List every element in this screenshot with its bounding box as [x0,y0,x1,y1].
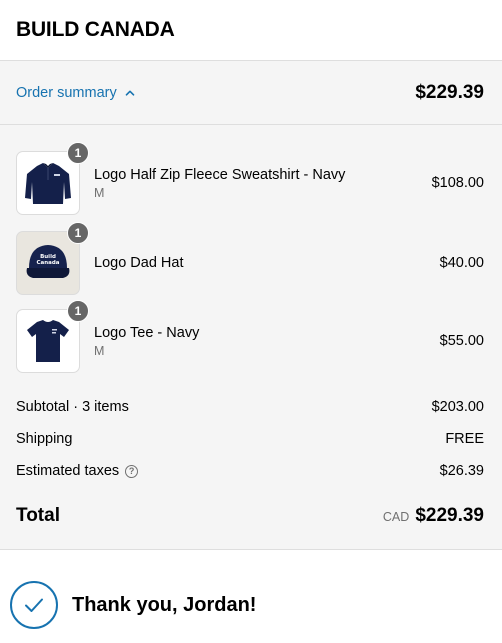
order-summary-toggle[interactable]: Order summary [16,85,135,101]
hat-logo-text-line2: Canada [36,260,59,266]
total-label: Total [16,505,60,526]
taxes-row: Estimated taxes ? $26.39 [16,463,484,479]
line-item: Build Canada 1 Logo Dad Hat $40.00 [16,222,484,295]
subtotal-label: Subtotal · 3 items [16,399,129,415]
total-row: Total CAD $229.39 [16,505,484,527]
thank-you-message: Thank you, Jordan! [72,593,257,616]
shipping-value: FREE [445,431,484,447]
taxes-value: $26.39 [439,463,484,479]
quantity-badge: 1 [67,222,89,244]
subtotal-row: Subtotal · 3 items $203.00 [16,399,484,415]
currency-code: CAD [382,510,410,524]
tee-thumbnail: 1 [16,300,89,373]
item-price: $40.00 [439,255,484,271]
item-name: Logo Dad Hat [94,255,184,271]
shipping-label: Shipping [16,431,73,447]
checkmark-circle-icon [10,581,58,629]
line-item: 1 Logo Tee - Navy M $55.00 [16,300,484,373]
order-summary-bar[interactable]: Order summary $229.39 [0,61,502,125]
brand-logo-text[interactable]: BUILD CANADA [16,18,175,42]
chevron-up-icon [125,88,135,98]
total-value: $229.39 [415,505,484,526]
subtotal-value: $203.00 [431,399,484,415]
item-variant: M [94,186,105,200]
confirmation-heading: Thank you, Jordan! [10,581,256,629]
order-summary-label: Order summary [16,84,117,101]
item-price: $55.00 [439,333,484,349]
hat-thumbnail: Build Canada 1 [16,222,89,295]
item-name: Logo Tee - Navy [94,325,200,341]
item-variant: M [94,344,105,358]
quantity-badge: 1 [67,300,89,322]
help-circle-icon[interactable]: ? [125,464,139,478]
item-name: Logo Half Zip Fleece Sweatshirt - Navy [94,167,346,183]
order-summary-panel: 1 Logo Half Zip Fleece Sweatshirt - Navy… [0,125,502,550]
header: BUILD CANADA [0,0,502,61]
order-summary-total: $229.39 [415,81,484,103]
line-item: 1 Logo Half Zip Fleece Sweatshirt - Navy… [16,142,484,215]
sweatshirt-thumbnail: 1 [16,142,89,215]
item-price: $108.00 [431,175,484,191]
quantity-badge: 1 [67,142,89,164]
shipping-row: Shipping FREE [16,431,484,447]
taxes-label: Estimated taxes [16,463,120,479]
